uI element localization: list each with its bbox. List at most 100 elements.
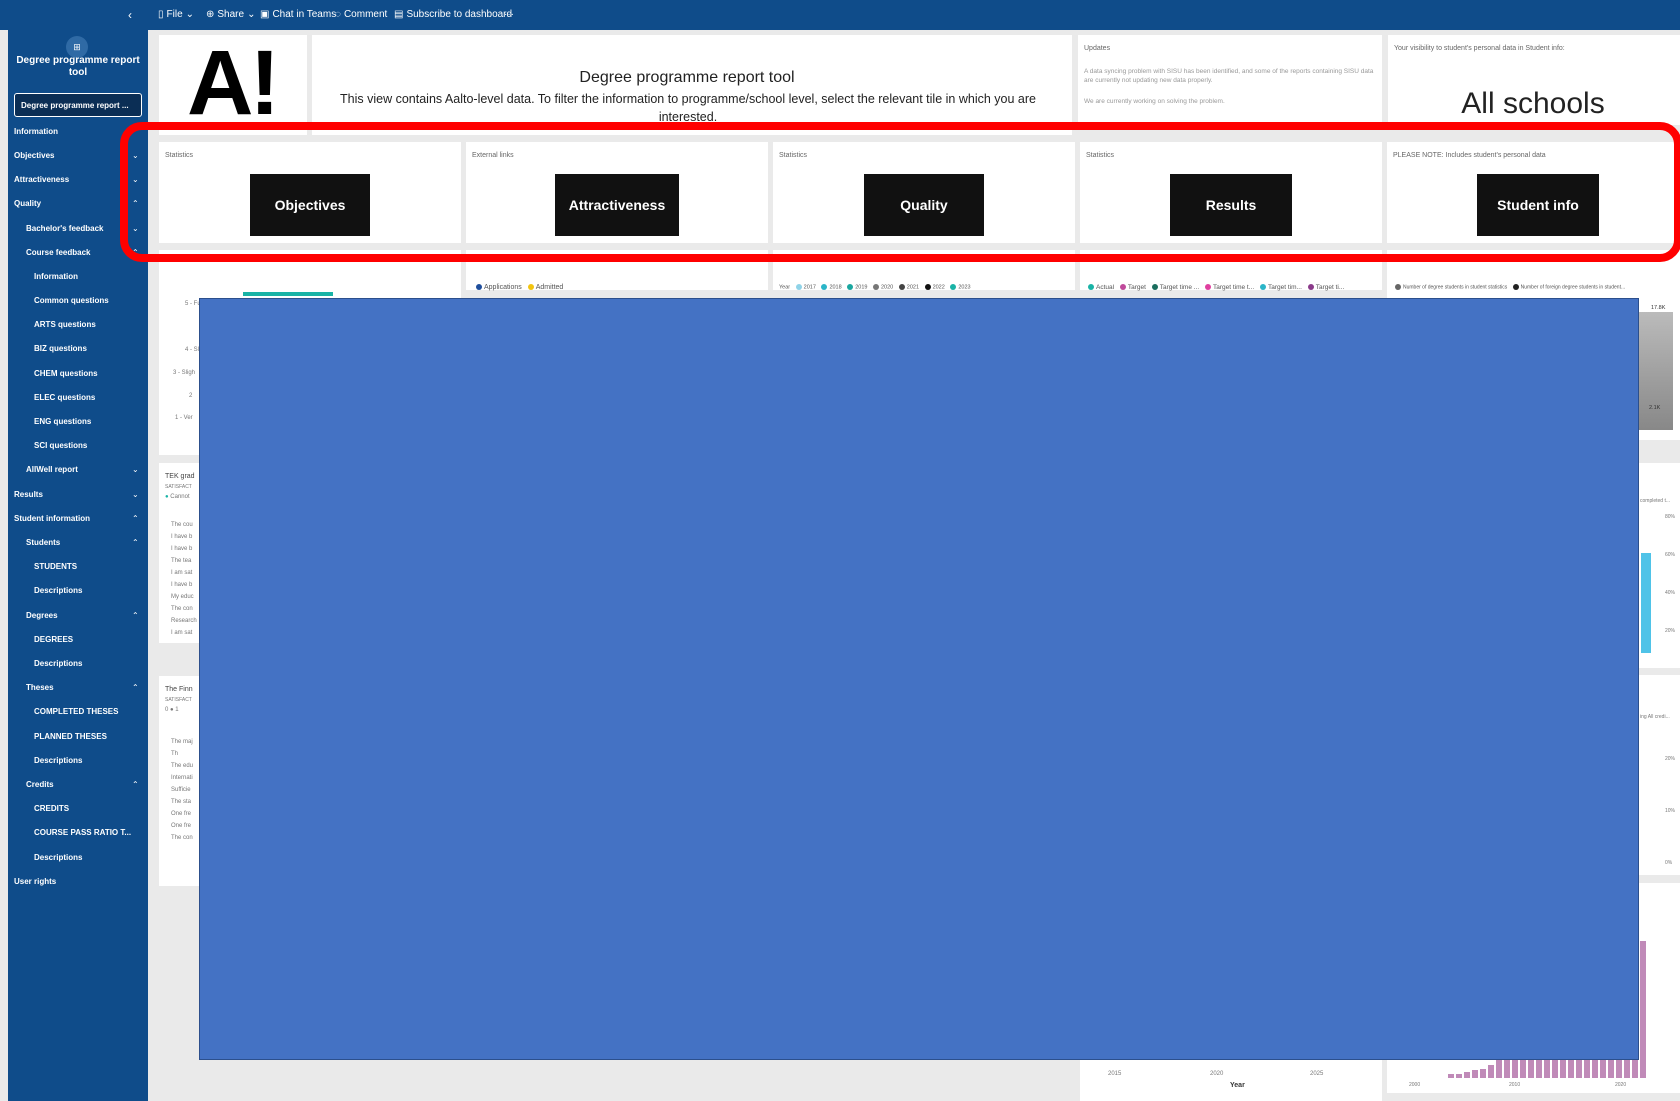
file-menu[interactable]: ▯ File ⌄ xyxy=(158,9,194,20)
question-label: I have b xyxy=(171,546,193,552)
sidebar-item-course-feedback[interactable]: Course feedback xyxy=(26,248,90,257)
sidebar-item-attractiveness[interactable]: Attractiveness xyxy=(14,175,69,184)
bar[interactable] xyxy=(1480,1068,1486,1078)
hero-card: Degree programme report tool This view c… xyxy=(312,35,1072,135)
chevron-down-icon[interactable]: ⌄ xyxy=(132,465,139,474)
question-label: My educ xyxy=(171,594,194,600)
sidebar-item-students[interactable]: STUDENTS xyxy=(34,562,77,571)
question-label: The sta xyxy=(171,799,192,805)
chart-legend: Year 2017 2018 2019 2020 2021 2022 2023 xyxy=(779,284,971,291)
question-label: I have b xyxy=(171,534,193,540)
question-label: The tea xyxy=(171,558,192,564)
chevron-down-icon: ⌄ xyxy=(185,9,195,20)
tick-label: 60% xyxy=(1665,552,1676,558)
sidebar-item-degrees[interactable]: DEGREES xyxy=(34,635,73,644)
x-tick-label: 2010 xyxy=(1509,1082,1521,1088)
sidebar-item-credits[interactable]: CREDITS xyxy=(34,804,69,813)
chevron-down-icon[interactable]: ⌄ xyxy=(132,490,139,499)
sidebar-item-common-questions[interactable]: Common questions xyxy=(34,296,109,305)
sidebar-item-credits[interactable]: Credits xyxy=(26,780,54,789)
chat-in-teams-button[interactable]: ▣ Chat in Teams xyxy=(260,9,336,20)
question-label: I have b xyxy=(171,582,193,588)
x-tick-label: 2015 xyxy=(1108,1071,1122,1077)
sidebar-item-information[interactable]: Information xyxy=(34,272,78,281)
chevron-up-icon[interactable]: ⌃ xyxy=(132,611,139,620)
sidebar-item-arts-questions[interactable]: ARTS questions xyxy=(34,320,96,329)
question-label: One fre xyxy=(171,823,192,829)
sidebar-item-information[interactable]: Information xyxy=(14,127,58,136)
sidebar-item-descriptions[interactable]: Descriptions xyxy=(34,659,82,668)
bar[interactable] xyxy=(1448,1074,1454,1078)
bar[interactable] xyxy=(1488,1064,1494,1078)
legend-dot xyxy=(476,284,482,291)
bar[interactable] xyxy=(1464,1072,1470,1078)
question-label: Research xyxy=(171,618,197,624)
question-label: Sufficie xyxy=(171,787,191,793)
sidebar-item-quality[interactable]: Quality xyxy=(14,199,41,208)
highlight-frame xyxy=(120,122,1680,262)
bar[interactable] xyxy=(1472,1070,1478,1078)
sidebar-item-student-information[interactable]: Student information xyxy=(14,514,90,523)
sidebar-title: Degree programme report tool xyxy=(16,55,140,78)
chart-legend: Applications Admitted xyxy=(472,284,563,291)
question-label: I am sat xyxy=(171,630,193,636)
chevron-up-icon[interactable]: ⌃ xyxy=(132,538,139,547)
sidebar-item-course-pass-ratio-t[interactable]: COURSE PASS RATIO T... xyxy=(34,828,131,837)
collapse-sidebar-icon[interactable]: ‹ xyxy=(128,8,132,22)
chart-label: completed t... xyxy=(1640,498,1671,504)
sidebar-item-user-rights[interactable]: User rights xyxy=(14,877,56,886)
sidebar-item-descriptions[interactable]: Descriptions xyxy=(34,853,82,862)
sidebar-item-biz-questions[interactable]: BIZ questions xyxy=(34,344,87,353)
chevron-down-icon: ⌄ xyxy=(247,9,256,20)
page-description: This view contains Aalto-level data. To … xyxy=(340,92,1036,124)
satisfaction-bar xyxy=(243,292,333,296)
chevron-up-icon[interactable]: ⌃ xyxy=(132,780,139,789)
sidebar-item-elec-questions[interactable]: ELEC questions xyxy=(34,393,95,402)
question-label: The con xyxy=(171,606,193,612)
sidebar-item-degrees[interactable]: Degrees xyxy=(26,611,58,620)
theses-bar xyxy=(1641,553,1651,653)
sidebar-item-theses[interactable]: Theses xyxy=(26,683,54,692)
tick-label: 20% xyxy=(1665,756,1676,762)
bar[interactable] xyxy=(1640,941,1646,1078)
sidebar-item-bachelor-s-feedback[interactable]: Bachelor's feedback xyxy=(26,224,104,233)
chevron-up-icon[interactable]: ⌃ xyxy=(132,683,139,692)
x-tick-label: 2025 xyxy=(1310,1071,1324,1077)
more-options-button[interactable]: ··· xyxy=(504,9,514,20)
comment-button[interactable]: ◌ Comment xyxy=(335,9,387,20)
sidebar-item-sci-questions[interactable]: SCI questions xyxy=(34,441,87,450)
sidebar-item-allwell-report[interactable]: AllWell report xyxy=(26,465,78,474)
page-title: Degree programme report tool xyxy=(579,69,795,86)
x-axis-title: Year xyxy=(1230,1082,1245,1089)
tick-label: 3 - Sligh xyxy=(173,370,196,376)
question-label: The cou xyxy=(171,522,193,528)
x-tick-label: 2020 xyxy=(1615,1082,1627,1088)
x-tick-label: 2000 xyxy=(1409,1082,1421,1088)
sidebar-item-descriptions[interactable]: Descriptions xyxy=(34,586,82,595)
sidebar-item-planned-theses[interactable]: PLANNED THESES xyxy=(34,732,107,741)
chart-legend: Number of degree students in student sta… xyxy=(1391,284,1625,290)
sidebar-item-results[interactable]: Results xyxy=(14,490,43,499)
chart-legend: Actual Target Target time ... Target tim… xyxy=(1084,284,1344,291)
question-label: Internati xyxy=(171,775,193,781)
question-label: Th xyxy=(171,751,179,757)
chevron-up-icon[interactable]: ⌃ xyxy=(132,514,139,523)
bar[interactable] xyxy=(1456,1074,1462,1078)
tick-label: 10% xyxy=(1665,808,1676,814)
data-label: 17.8K xyxy=(1651,305,1666,311)
tick-label: 2 xyxy=(189,393,193,399)
sidebar-item-students[interactable]: Students xyxy=(26,538,60,547)
subscribe-button[interactable]: ▤ Subscribe to dashboard xyxy=(394,9,512,20)
sidebar-item-eng-questions[interactable]: ENG questions xyxy=(34,417,91,426)
sidebar-item-selected[interactable]: Degree programme report ... xyxy=(14,93,142,117)
teams-icon: ▣ xyxy=(260,9,270,20)
panel-legend: ● Cannot xyxy=(165,494,190,500)
sidebar-item-objectives[interactable]: Objectives xyxy=(14,151,54,160)
updates-label: Updates xyxy=(1084,45,1111,52)
share-menu[interactable]: ⊕ Share ⌄ xyxy=(206,9,255,20)
sidebar-item-chem-questions[interactable]: CHEM questions xyxy=(34,369,98,378)
logo-card: A! xyxy=(159,35,307,135)
sidebar-item-descriptions[interactable]: Descriptions xyxy=(34,756,82,765)
sidebar-item-completed-theses[interactable]: COMPLETED THESES xyxy=(34,707,118,716)
tick-label: 1 - Ver xyxy=(175,415,193,421)
